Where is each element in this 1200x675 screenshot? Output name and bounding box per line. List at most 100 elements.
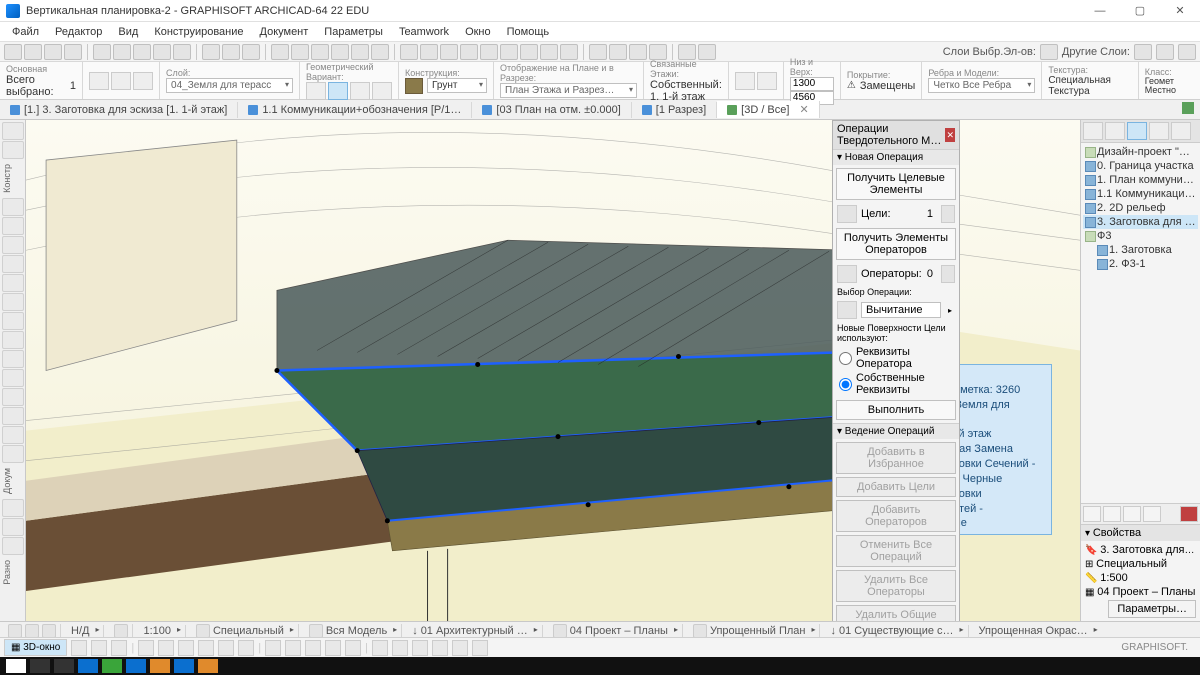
tool-icon[interactable]	[589, 44, 607, 60]
nav-action-icon[interactable]	[1123, 506, 1141, 522]
tool-icon[interactable]	[540, 44, 558, 60]
nav-action-icon[interactable]	[1143, 506, 1161, 522]
layer-toggle-icon[interactable]	[1178, 44, 1196, 60]
prop-layer[interactable]: Специальный	[1096, 558, 1167, 570]
taskview-icon[interactable]	[54, 659, 74, 673]
tree-item[interactable]: 1.1 Коммуникации+обо	[1083, 187, 1198, 201]
navtab-viewmap-icon[interactable]	[1127, 122, 1147, 140]
nav-action-icon[interactable]	[1103, 506, 1121, 522]
own-attrs-radio[interactable]	[839, 378, 852, 391]
tool-icon[interactable]	[93, 44, 111, 60]
prop-id[interactable]: 3.	[1100, 544, 1109, 556]
tree-item[interactable]: 2. 2D рельеф	[1083, 201, 1198, 215]
tool-icon[interactable]	[331, 44, 349, 60]
tool-icon[interactable]	[64, 44, 82, 60]
tab-sketch[interactable]: [1.] 3. Заготовка для эскиза [1. 1-й эта…	[0, 102, 238, 118]
construction-dropdown[interactable]: Грунт	[427, 78, 487, 93]
tool-icon[interactable]	[271, 44, 289, 60]
close-tab-icon[interactable]: ✕	[799, 103, 808, 116]
tool-icon[interactable]	[44, 44, 62, 60]
view-icon[interactable]	[111, 640, 127, 656]
view-icon[interactable]	[472, 640, 488, 656]
windows-taskbar[interactable]	[0, 657, 1200, 675]
view-icon[interactable]	[265, 640, 281, 656]
beam-tool-icon[interactable]	[2, 274, 24, 292]
window-tool-icon[interactable]	[2, 236, 24, 254]
story-link-icon[interactable]	[757, 72, 777, 90]
tool-icon[interactable]	[4, 44, 22, 60]
qopt-icon[interactable]	[309, 624, 323, 638]
doc-tool-icon[interactable]	[2, 537, 24, 555]
existing-dropdown[interactable]: 01 Существующие с…	[839, 625, 964, 637]
tool-icon[interactable]	[311, 44, 329, 60]
tool-icon[interactable]	[609, 44, 627, 60]
zone-tool-icon[interactable]	[2, 426, 24, 444]
nav-action-icon[interactable]	[1083, 506, 1101, 522]
tool-icon[interactable]	[202, 44, 220, 60]
tool-icon[interactable]	[400, 44, 418, 60]
project-plans-dropdown[interactable]: 04 Проект – Планы	[570, 625, 678, 637]
tool-icon[interactable]	[480, 44, 498, 60]
tool-icon[interactable]	[440, 44, 458, 60]
taskbar-app-icon[interactable]	[150, 659, 170, 673]
execute-button[interactable]: Выполнить	[836, 400, 956, 420]
section-maintain[interactable]: ▾ Ведение Операций	[833, 423, 959, 439]
menu-document[interactable]: Документ	[252, 24, 317, 40]
cover-value[interactable]: Замещены	[860, 80, 915, 92]
doc-tool-icon[interactable]	[2, 499, 24, 517]
tab-section1[interactable]: [1 Разрез]	[632, 102, 717, 118]
tool-icon[interactable]	[629, 44, 647, 60]
info-icon[interactable]	[133, 72, 153, 90]
scale-dropdown[interactable]: 1:100	[143, 625, 181, 637]
tool-icon[interactable]	[133, 44, 151, 60]
elev-top-input[interactable]	[790, 77, 834, 91]
marquee-tool-icon[interactable]	[2, 141, 24, 159]
special-dropdown[interactable]: Специальный	[213, 625, 294, 637]
arrow-tool-icon[interactable]	[2, 122, 24, 140]
tool-icon[interactable]	[291, 44, 309, 60]
view-icon[interactable]	[71, 640, 87, 656]
tool-icon[interactable]	[222, 44, 240, 60]
zoom-icon[interactable]	[114, 624, 128, 638]
section-new-operation[interactable]: ▾ Новая Операция	[833, 149, 959, 165]
menu-teamwork[interactable]: Teamwork	[391, 24, 457, 40]
door-tool-icon[interactable]	[2, 217, 24, 235]
wall-tool-icon[interactable]	[2, 198, 24, 216]
qopt-icon[interactable]	[196, 624, 210, 638]
tool-icon[interactable]	[420, 44, 438, 60]
menu-view[interactable]: Вид	[110, 24, 146, 40]
tool-icon[interactable]	[153, 44, 171, 60]
info-icon[interactable]	[89, 72, 109, 90]
tool-icon[interactable]	[500, 44, 518, 60]
view-icon[interactable]	[412, 640, 428, 656]
tree-folder[interactable]: Ф3	[1083, 229, 1198, 243]
layer-dropdown[interactable]: 04_Земля для терасс	[166, 78, 293, 93]
view-icon[interactable]	[238, 640, 254, 656]
floorplan-dropdown[interactable]: План Этажа и Разрез…	[500, 83, 637, 98]
get-operators-button[interactable]: Получить Элементы Операторов	[836, 228, 956, 260]
props-header[interactable]: ▾ Свойства	[1081, 525, 1200, 541]
qopt-icon[interactable]	[693, 624, 707, 638]
operation-dropdown[interactable]: Вычитание	[861, 302, 941, 318]
tree-item[interactable]: 1. План коммуникаций	[1083, 173, 1198, 187]
navtab-icon[interactable]	[1149, 122, 1169, 140]
view-icon[interactable]	[178, 640, 194, 656]
navtab-icon[interactable]	[1083, 122, 1103, 140]
view-icon[interactable]	[392, 640, 408, 656]
tree-item[interactable]: 2. Ф3-1	[1083, 257, 1198, 271]
view-icon[interactable]	[452, 640, 468, 656]
taskbar-app-icon[interactable]	[198, 659, 218, 673]
params-button[interactable]: Параметры…	[1108, 600, 1196, 618]
taskbar-app-icon[interactable]	[102, 659, 122, 673]
curtainwall-tool-icon[interactable]	[2, 445, 24, 463]
tree-item[interactable]: 1. Заготовка	[1083, 243, 1198, 257]
qopt-icon[interactable]	[42, 624, 56, 638]
view-icon[interactable]	[198, 640, 214, 656]
class-value[interactable]: Геомет Местно	[1145, 77, 1194, 95]
tool-icon[interactable]	[113, 44, 131, 60]
view-icon[interactable]	[158, 640, 174, 656]
tool-icon[interactable]	[351, 44, 369, 60]
menu-file[interactable]: Файл	[4, 24, 47, 40]
edges-dropdown[interactable]: Четко Все Ребра	[928, 78, 1035, 93]
geom-variant-icon[interactable]	[328, 82, 348, 100]
